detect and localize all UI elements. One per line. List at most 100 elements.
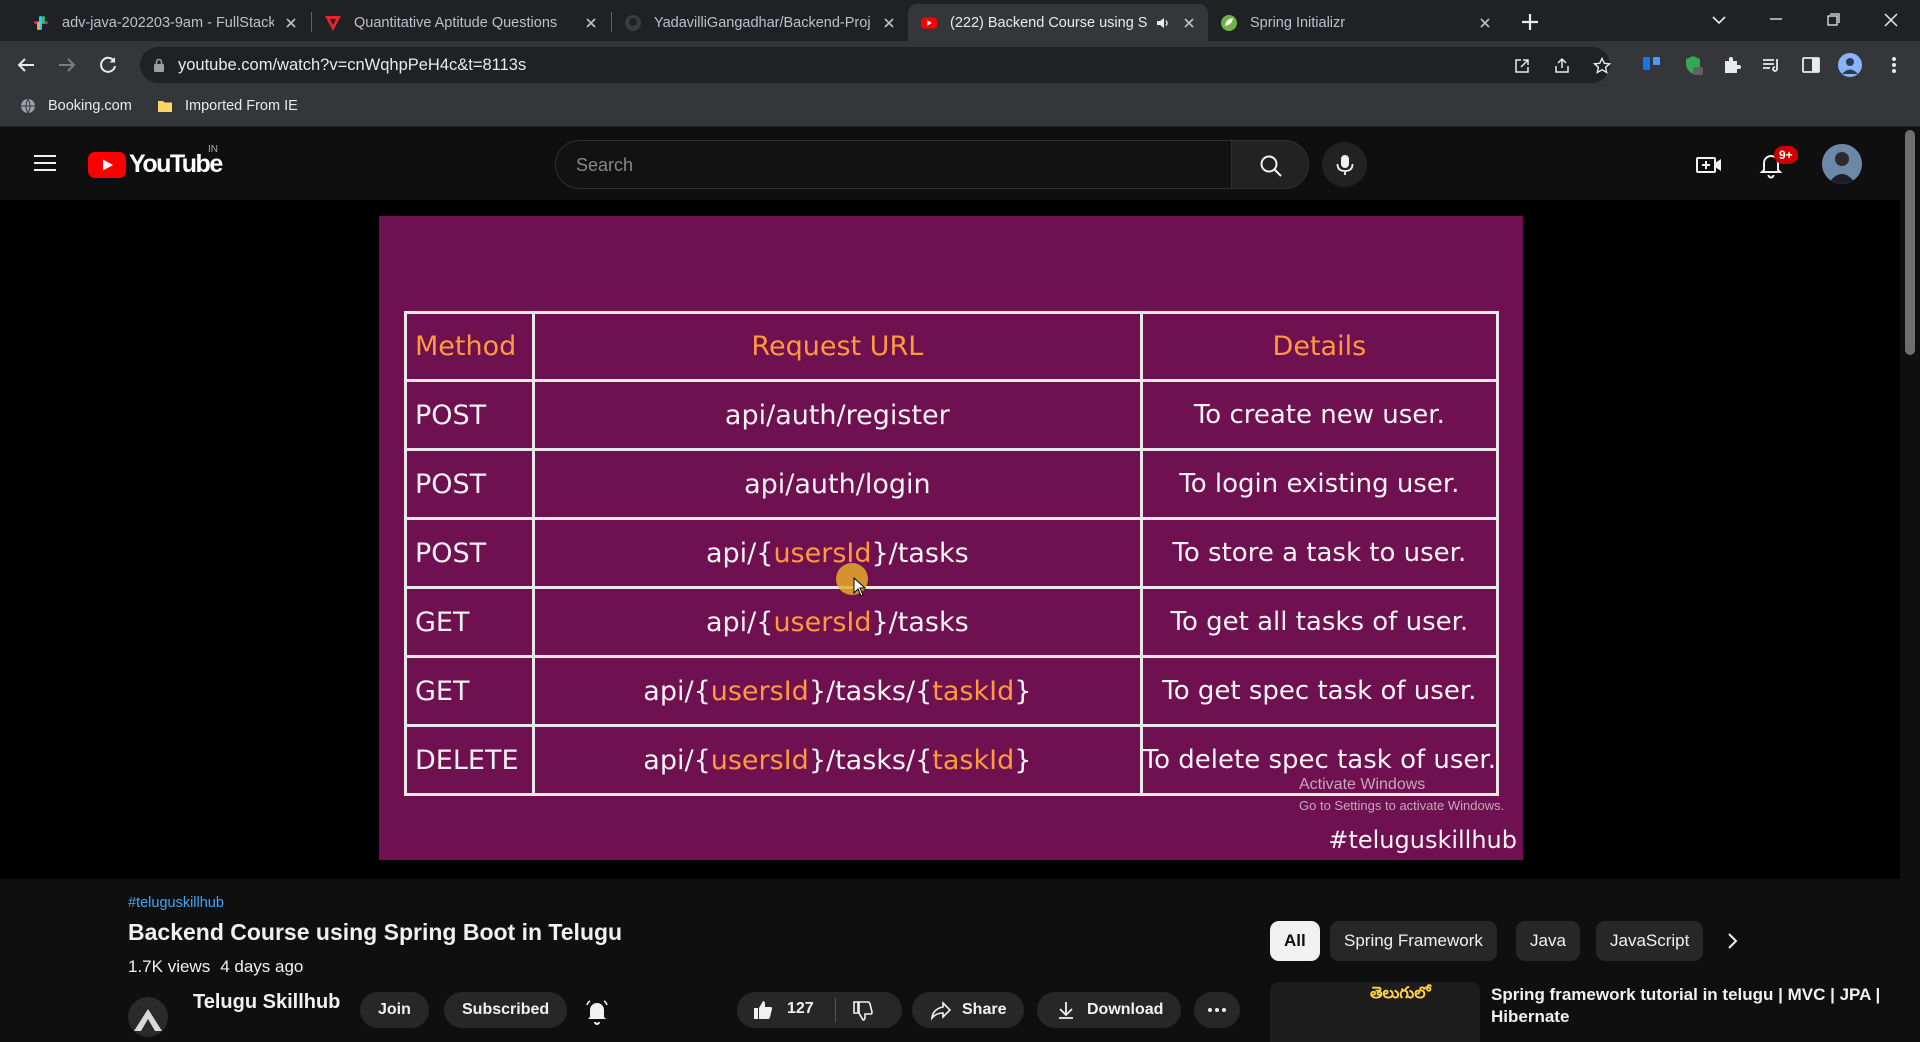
chip-all[interactable]: All bbox=[1270, 921, 1320, 961]
request-url-cell: api/auth/register bbox=[532, 380, 1143, 451]
subscribed-button[interactable]: Subscribed bbox=[444, 992, 568, 1028]
url-segment: api/{ bbox=[643, 744, 711, 776]
video-hashtag-link[interactable]: #teluguskillhub bbox=[128, 895, 224, 911]
download-label: Download bbox=[1087, 1001, 1164, 1018]
bookmark-booking[interactable]: Booking.com bbox=[20, 98, 132, 114]
new-tab-plus-icon[interactable] bbox=[1516, 8, 1544, 36]
url-path-param: taskId bbox=[932, 744, 1015, 776]
profile-avatar-icon[interactable] bbox=[1838, 53, 1862, 77]
restore-icon[interactable] bbox=[1818, 6, 1848, 34]
close-icon[interactable] bbox=[1476, 14, 1494, 32]
address-bar[interactable]: youtube.com/watch?v=cnWqhpPeH4c&t=8113s bbox=[140, 47, 1612, 83]
chevron-right-icon[interactable] bbox=[1720, 929, 1744, 953]
extensions-puzzle-icon[interactable] bbox=[1720, 53, 1744, 77]
trello-extension-icon[interactable] bbox=[1640, 53, 1664, 77]
url-segment: api/{ bbox=[705, 606, 774, 638]
search-icon bbox=[1258, 153, 1284, 179]
search-button[interactable] bbox=[1231, 140, 1309, 189]
browser-tab-testbook[interactable]: Quantitative Aptitude Questions bbox=[312, 4, 610, 41]
url-text[interactable]: youtube.com/watch?v=cnWqhpPeH4c&t=8113s bbox=[178, 56, 526, 75]
bookmarks-bar: Booking.com Imported From IE bbox=[0, 89, 1920, 127]
api-endpoints-table: Method Request URL Details POST api/auth/… bbox=[404, 311, 1500, 796]
tab-title: YadavilliGangadhar/Backend-Proj bbox=[654, 14, 871, 31]
close-icon[interactable] bbox=[582, 14, 600, 32]
minimize-icon[interactable] bbox=[1761, 6, 1791, 34]
video-player[interactable]: Method Request URL Details POST api/auth/… bbox=[0, 200, 1900, 879]
kebab-menu-icon[interactable] bbox=[1882, 53, 1906, 77]
method-cell: DELETE bbox=[404, 725, 535, 795]
forward-arrow-icon[interactable] bbox=[55, 53, 79, 77]
table-header-method: Method bbox=[404, 312, 535, 382]
browser-tab-slack[interactable]: adv-java-202203-9am - FullStack bbox=[20, 4, 310, 41]
hamburger-menu-icon[interactable] bbox=[30, 148, 60, 178]
thumbs-down-icon[interactable] bbox=[851, 999, 875, 1023]
back-arrow-icon[interactable] bbox=[14, 53, 38, 77]
side-panel-icon[interactable] bbox=[1799, 53, 1823, 77]
account-avatar[interactable] bbox=[1822, 144, 1862, 184]
open-in-app-icon[interactable] bbox=[1512, 56, 1532, 76]
country-code: IN bbox=[208, 144, 218, 155]
youtube-logo[interactable]: YouTube IN bbox=[88, 144, 223, 179]
chip-javascript[interactable]: JavaScript bbox=[1596, 921, 1704, 961]
share-button[interactable]: Share bbox=[912, 992, 1025, 1028]
reload-icon[interactable] bbox=[96, 53, 120, 77]
browser-tab-youtube[interactable]: (222) Backend Course using S bbox=[908, 4, 1208, 41]
method-cell: GET bbox=[404, 656, 535, 727]
share-icon[interactable] bbox=[1552, 56, 1572, 76]
chip-java[interactable]: Java bbox=[1516, 921, 1580, 961]
more-actions-button[interactable] bbox=[1194, 992, 1240, 1028]
scrollbar-thumb[interactable] bbox=[1905, 130, 1915, 355]
close-icon[interactable] bbox=[282, 14, 300, 32]
channel-name[interactable]: Telugu Skillhub bbox=[193, 991, 340, 1014]
video-view-info: 1.7K views 4 days ago bbox=[128, 957, 313, 977]
browser-toolbar: youtube.com/watch?v=cnWqhpPeH4c&t=8113s bbox=[0, 41, 1920, 89]
bookmark-imported-folder[interactable]: Imported From IE bbox=[157, 98, 298, 114]
method-cell: GET bbox=[404, 587, 535, 658]
spring-icon bbox=[1220, 14, 1238, 32]
speaker-icon[interactable] bbox=[1154, 14, 1172, 32]
recommendation-thumbnail[interactable]: తెలుగులో bbox=[1270, 982, 1480, 1042]
close-window-icon[interactable] bbox=[1876, 6, 1906, 34]
browser-tab-spring[interactable]: Spring Initializr bbox=[1208, 4, 1504, 41]
join-button[interactable]: Join bbox=[360, 992, 429, 1028]
share-label: Share bbox=[962, 1001, 1007, 1018]
chip-spring-framework[interactable]: Spring Framework bbox=[1330, 921, 1497, 961]
url-segment: }/tasks/{ bbox=[808, 744, 933, 776]
youtube-icon bbox=[920, 14, 938, 32]
shield-extension-icon[interactable] bbox=[1681, 53, 1705, 77]
lock-icon[interactable] bbox=[152, 57, 166, 73]
table-row: POST api/auth/login To login existing user… bbox=[404, 449, 1500, 520]
close-icon[interactable] bbox=[1180, 14, 1198, 32]
create-video-icon[interactable] bbox=[1694, 150, 1724, 180]
close-icon[interactable] bbox=[880, 14, 898, 32]
recommendation-title[interactable]: Spring framework tutorial in telugu | MV… bbox=[1491, 984, 1891, 1028]
download-button[interactable]: Download bbox=[1037, 992, 1182, 1028]
thumbs-up-icon[interactable] bbox=[751, 998, 775, 1022]
tab-title: (222) Backend Course using S bbox=[950, 14, 1148, 31]
request-url-cell: api/{usersId}/tasks bbox=[532, 587, 1143, 658]
voice-search-button[interactable] bbox=[1322, 142, 1367, 187]
browser-tab-github[interactable]: YadavilliGangadhar/Backend-Proj bbox=[612, 4, 908, 41]
bookmark-label: Booking.com bbox=[48, 98, 132, 114]
table-header-request-url: Request URL bbox=[532, 312, 1143, 382]
bookmark-label: Imported From IE bbox=[185, 98, 298, 114]
upload-age: 4 days ago bbox=[220, 957, 304, 976]
bookmark-star-icon[interactable] bbox=[1592, 56, 1612, 76]
share-arrow-icon bbox=[930, 999, 952, 1021]
media-queue-icon[interactable] bbox=[1759, 53, 1783, 77]
video-title: Backend Course using Spring Boot in Telu… bbox=[128, 919, 623, 945]
view-count: 1.7K views bbox=[128, 957, 211, 976]
url-path-param: usersId bbox=[710, 675, 809, 707]
more-horizontal-icon bbox=[1206, 999, 1228, 1021]
search-input[interactable] bbox=[576, 153, 1196, 177]
method-cell: POST bbox=[404, 518, 535, 589]
details-cell: To login existing user. bbox=[1139, 449, 1500, 520]
tab-search-chevron-icon[interactable] bbox=[1704, 6, 1734, 34]
request-url-cell: api/auth/login bbox=[532, 449, 1143, 520]
url-segment: api/{ bbox=[705, 537, 774, 569]
like-dislike-group: 127 bbox=[737, 992, 902, 1028]
subscription-bell-icon[interactable] bbox=[584, 999, 610, 1025]
notification-count-badge: 9+ bbox=[1774, 146, 1798, 164]
mouse-cursor-icon bbox=[853, 577, 867, 597]
channel-avatar[interactable] bbox=[128, 997, 168, 1037]
